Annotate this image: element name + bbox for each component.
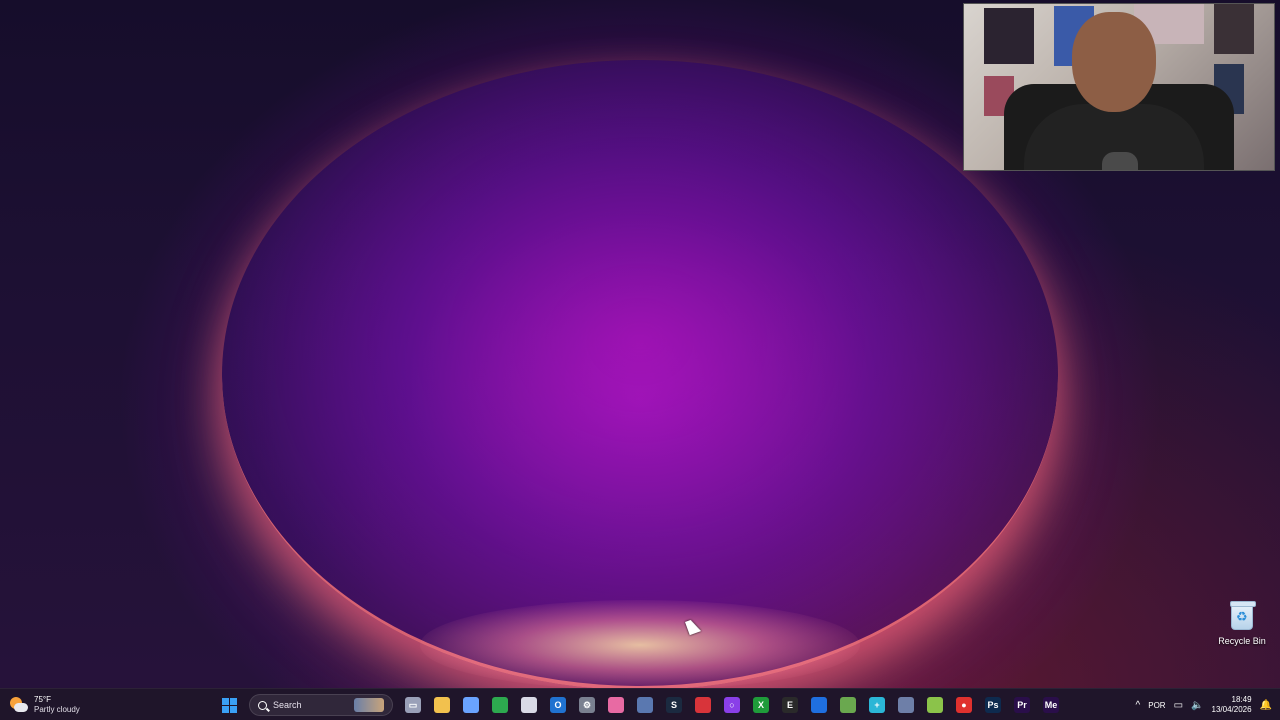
windows-logo-icon: [221, 697, 237, 713]
input-language[interactable]: POR: [1148, 701, 1165, 710]
pink-app-icon: [608, 697, 624, 713]
taskbar-app-copilot[interactable]: [458, 692, 484, 718]
taskbar-app-green-app[interactable]: [835, 692, 861, 718]
taskbar-app-file-explorer[interactable]: [429, 692, 455, 718]
store-icon: [521, 697, 537, 713]
taskbar-app-media-encoder[interactable]: Me: [1038, 692, 1064, 718]
outlook-icon: O: [550, 697, 566, 713]
network-icon[interactable]: ▭: [1174, 700, 1183, 711]
task-view-icon: ▭: [405, 697, 421, 713]
webcam-overlay: [963, 3, 1275, 171]
weather-temperature: 75°F: [34, 695, 51, 704]
taskbar-app-settings[interactable]: ⚙: [574, 692, 600, 718]
partly-cloudy-icon: [10, 697, 28, 713]
taskbar: 75°F Partly cloudy Search ▭ O ⚙ S ○ X E + ● Ps Pr M…: [0, 688, 1280, 720]
system-tray: ^ POR ▭ 🔈 18:49 13/04/2026 🔔: [1136, 689, 1280, 720]
recycle-bin-shortcut[interactable]: ♻ Recycle Bin: [1214, 601, 1270, 654]
clock[interactable]: 18:49 13/04/2026: [1212, 695, 1252, 715]
taskbar-apps: Search ▭ O ⚙ S ○ X E + ● Ps Pr Me: [216, 689, 1064, 720]
taskbar-app-task-view[interactable]: ▭: [400, 692, 426, 718]
wallpaper-glow: [420, 600, 860, 688]
wallpaper-orb: [222, 60, 1058, 688]
taskbar-app-cyan-app[interactable]: +: [864, 692, 890, 718]
taskbar-app-record-app[interactable]: ●: [951, 692, 977, 718]
photos-icon: [637, 697, 653, 713]
taskbar-app-network-app[interactable]: [893, 692, 919, 718]
steam-icon: S: [666, 697, 682, 713]
media-encoder-icon: Me: [1043, 697, 1059, 713]
epic-games-icon: E: [782, 697, 798, 713]
chevron-up-icon[interactable]: ^: [1136, 700, 1141, 711]
recycle-bin-icon: ♻: [1230, 601, 1256, 630]
red-app-icon: [695, 697, 711, 713]
clock-time: 18:49: [1231, 695, 1252, 704]
taskbar-app-steam[interactable]: S: [661, 692, 687, 718]
recycle-bin-label: Recycle Bin: [1218, 636, 1266, 646]
taskbar-app-pink-app[interactable]: [603, 692, 629, 718]
desktop: ♻ Recycle Bin: [0, 0, 1280, 688]
android-icon: [927, 697, 943, 713]
folder-icon: [434, 697, 450, 713]
taskbar-app-premiere[interactable]: Pr: [1009, 692, 1035, 718]
cyan-app-icon: +: [869, 697, 885, 713]
premiere-icon: Pr: [1014, 697, 1030, 713]
clock-date: 13/04/2026: [1211, 705, 1252, 714]
taskbar-app-red-app[interactable]: [690, 692, 716, 718]
record-icon: ●: [956, 697, 972, 713]
start-button[interactable]: [216, 692, 242, 718]
taskbar-app-epic-games[interactable]: E: [777, 692, 803, 718]
weather-widget[interactable]: 75°F Partly cloudy: [10, 693, 80, 717]
taskbar-app-photos[interactable]: [632, 692, 658, 718]
taskbar-app-photoshop[interactable]: Ps: [980, 692, 1006, 718]
gear-icon: ⚙: [579, 697, 595, 713]
chrome-icon: [492, 697, 508, 713]
search-highlight-image: [354, 698, 384, 712]
taskbar-search[interactable]: Search: [249, 694, 393, 716]
taskbar-app-chrome[interactable]: [487, 692, 513, 718]
notification-icon[interactable]: 🔔: [1260, 700, 1272, 711]
green-app-icon: [840, 697, 856, 713]
weather-condition: Partly cloudy: [34, 705, 80, 714]
network-app-icon: [898, 697, 914, 713]
volume-icon[interactable]: 🔈: [1191, 700, 1203, 711]
taskbar-app-xbox[interactable]: X: [748, 692, 774, 718]
taskbar-app-circle-app[interactable]: ○: [719, 692, 745, 718]
copilot-icon: [463, 697, 479, 713]
search-icon: [258, 700, 267, 710]
taskbar-app-blue-app[interactable]: [806, 692, 832, 718]
photoshop-icon: Ps: [985, 697, 1001, 713]
search-placeholder: Search: [273, 700, 302, 710]
circle-app-icon: ○: [724, 697, 740, 713]
blue-app-icon: [811, 697, 827, 713]
taskbar-app-store[interactable]: [516, 692, 542, 718]
taskbar-app-outlook[interactable]: O: [545, 692, 571, 718]
xbox-icon: X: [753, 697, 769, 713]
taskbar-app-android-app[interactable]: [922, 692, 948, 718]
